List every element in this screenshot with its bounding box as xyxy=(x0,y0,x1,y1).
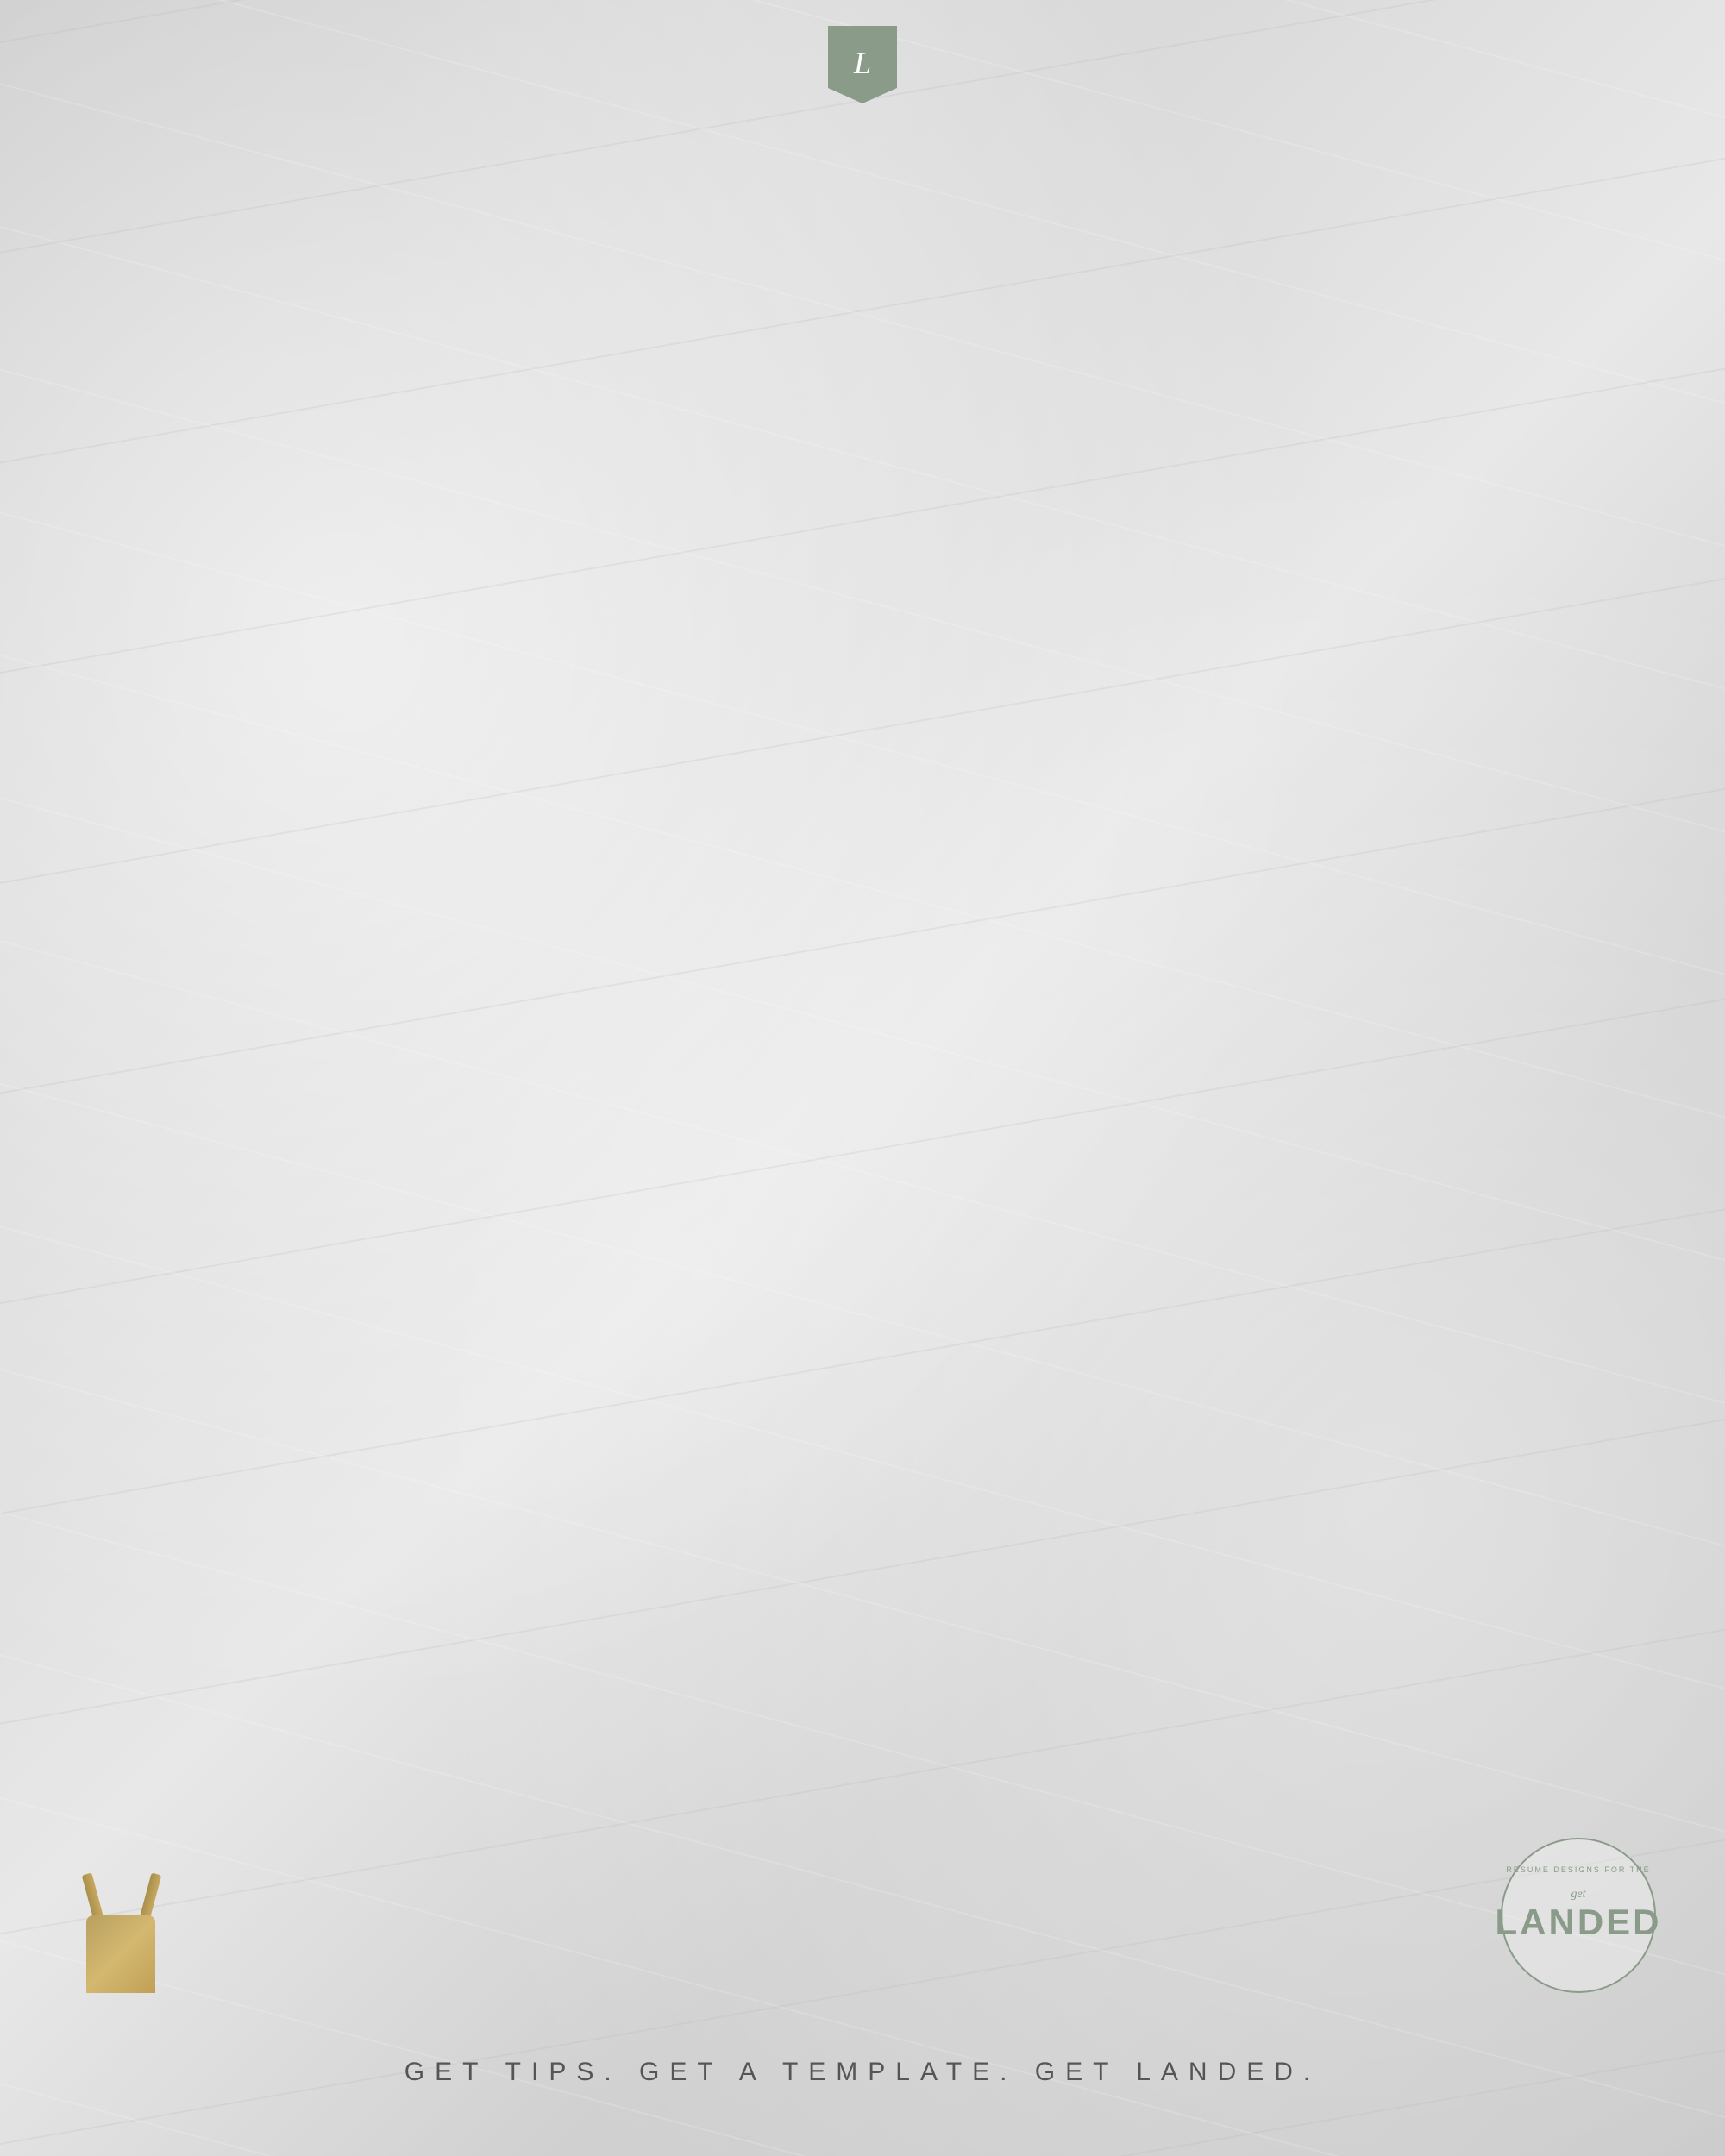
badge-top-text: RESUME DESIGNS FOR THE xyxy=(1506,1865,1650,1874)
footer-tagline: GET TIPS. GET A TEMPLATE. GET LANDED. xyxy=(0,2058,1725,2087)
circle-badge: RESUME DESIGNS FOR THE get LANDED xyxy=(1501,1838,1656,1993)
badge-landed-text: LANDED xyxy=(1496,1902,1662,1943)
badge-letter: L xyxy=(854,45,871,81)
binder-clip-body xyxy=(86,1915,155,1993)
bottom-left xyxy=(69,1872,172,1993)
top-badge: L xyxy=(828,26,897,103)
badge-get-text: get xyxy=(1496,1888,1662,1902)
page-wrapper: L PROFESSIONALLY DESIGNED by a Resume Wr… xyxy=(0,0,1725,2156)
bottom-right-badge: RESUME DESIGNS FOR THE get LANDED xyxy=(1501,1838,1656,1993)
badge-main: get LANDED xyxy=(1496,1888,1662,1943)
background xyxy=(0,0,1725,2156)
binder-clip xyxy=(69,1872,172,1993)
